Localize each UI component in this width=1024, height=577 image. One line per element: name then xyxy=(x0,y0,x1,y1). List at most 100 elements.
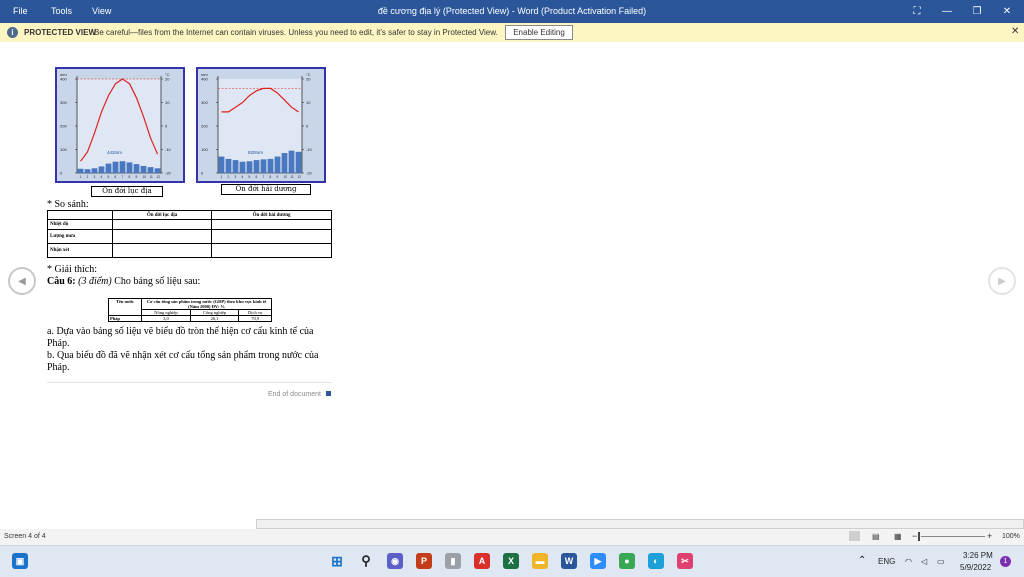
continental-precip-bar xyxy=(154,168,161,173)
oceanic-ytick-left: 100 xyxy=(201,147,208,152)
oceanic-ytick-right: -20 xyxy=(306,171,313,176)
close-bar-icon[interactable]: ✕ xyxy=(1011,26,1019,37)
continental-ytick-right: 10 xyxy=(165,100,170,105)
gdp-header-country: Tên nước xyxy=(108,298,142,316)
cau-6-points: (3 điểm) xyxy=(78,276,112,287)
oceanic-precip-bar xyxy=(281,153,288,173)
close-icon[interactable]: ✕ xyxy=(998,3,1016,19)
previous-screen-button[interactable]: ◀ xyxy=(8,267,36,295)
zoom-in-icon[interactable]: + xyxy=(987,531,992,541)
teams-chat-icon[interactable]: ◉ xyxy=(387,553,403,569)
continental-precip-bar xyxy=(84,169,91,173)
cau-6-text: Cho bảng số liệu sau: xyxy=(114,276,201,287)
horizontal-scrollbar[interactable] xyxy=(256,519,1024,529)
clock-time[interactable]: 3:26 PM xyxy=(963,551,993,560)
web-layout-icon[interactable]: ▦ xyxy=(894,532,902,541)
oceanic-ytick-left: 300 xyxy=(201,100,208,105)
continental-precip-bar xyxy=(98,166,105,173)
continental-ytick-right: -20 xyxy=(165,171,172,176)
continental-ytick-left: 200 xyxy=(60,124,67,129)
volume-icon[interactable]: ◁ xyxy=(921,557,927,566)
next-screen-button[interactable]: ▶ xyxy=(988,267,1016,295)
compare-header-continental: Ôn đới lục địa xyxy=(111,210,213,220)
minimize-icon[interactable]: — xyxy=(938,3,956,19)
snipping-tool-icon[interactable]: ✂ xyxy=(677,553,693,569)
wifi-icon[interactable]: ◠ xyxy=(905,557,912,566)
print-layout-icon[interactable]: ▤ xyxy=(872,532,880,541)
restore-icon[interactable]: ❐ xyxy=(968,3,986,19)
edge-icon[interactable]: ◐ xyxy=(648,553,664,569)
continental-month-label: 11 xyxy=(150,175,154,179)
powerpoint-icon[interactable]: P xyxy=(416,553,432,569)
giai-thich-heading: * Giải thích: xyxy=(47,264,97,275)
compare-row-label: Lượng mưa xyxy=(47,229,113,244)
oceanic-month-label: 12 xyxy=(298,175,302,179)
taskbar: ▣ ⊞ ⚲ ◉ P ▮ A X ▬ W ▶ ● ◐ ✂ ⌃ ENG ◠ ◁ ▭ … xyxy=(0,545,1024,577)
notification-badge[interactable]: 1 xyxy=(1000,556,1011,567)
oceanic-ytick-right: -10 xyxy=(306,147,313,152)
oceanic-ytick-left: 0 xyxy=(201,171,204,176)
continental-precip-bar xyxy=(77,168,84,173)
end-marker-icon xyxy=(325,391,331,396)
window-title: đề cương địa lý (Protected View) - Word … xyxy=(377,6,647,16)
clock-date[interactable]: 5/9/2022 xyxy=(960,563,991,572)
zoom-slider[interactable] xyxy=(921,536,985,537)
zoom-slider-thumb[interactable] xyxy=(918,532,920,541)
compare-header-oceanic: Ôn đới hải dương xyxy=(211,210,332,220)
focus-mode-icon[interactable]: ⛶ xyxy=(908,3,926,19)
gdp-country: Pháp xyxy=(108,315,142,322)
zoom-out-icon[interactable]: − xyxy=(912,531,917,541)
oceanic-month-label: 5 xyxy=(249,175,251,179)
oceanic-precip-bar xyxy=(218,156,225,173)
info-icon: i xyxy=(7,27,18,38)
status-bar: Screen 4 of 4 ▤ ▦ − + 100% xyxy=(0,529,1024,545)
continental-month-label: 4 xyxy=(101,175,103,179)
so-sanh-heading: * So sánh: xyxy=(47,199,89,210)
read-mode-icon[interactable] xyxy=(849,531,860,541)
continental-ytick-left: 100 xyxy=(60,147,67,152)
usb-drive-icon[interactable]: ▮ xyxy=(445,553,461,569)
oceanic-month-label: 6 xyxy=(256,175,258,179)
continental-precip-bar xyxy=(91,168,98,173)
oceanic-precip-bar xyxy=(232,160,239,173)
oceanic-precip-bar xyxy=(253,160,260,173)
oceanic-month-label: 8 xyxy=(270,175,272,179)
protected-view-message: Be careful—files from the Internet can c… xyxy=(94,28,498,37)
start-icon[interactable]: ⊞ xyxy=(329,553,345,569)
continental-month-label: 12 xyxy=(157,175,161,179)
oceanic-month-label: 4 xyxy=(242,175,244,179)
continental-plot-bg xyxy=(77,79,161,173)
enable-editing-button[interactable]: Enable Editing xyxy=(505,25,573,40)
continental-month-label: 10 xyxy=(143,175,147,179)
oceanic-month-label: 1 xyxy=(221,175,223,179)
continental-month-label: 7 xyxy=(122,175,124,179)
oceanic-precip-bar xyxy=(274,156,281,173)
oceanic-precip-bar xyxy=(288,150,295,173)
cau-6-line: Câu 6: (3 điểm) Cho bảng số liệu sau: xyxy=(47,276,200,287)
climate-chart-oceanic: mm °C 400 300 200 100 0 20 10 0 -10 -20 1 2 3 4 5 6 7 8 9 10 1… xyxy=(196,67,326,183)
zoom-app-icon[interactable]: ▶ xyxy=(590,553,606,569)
chrome-icon[interactable]: ● xyxy=(619,553,635,569)
acrobat-icon[interactable]: A xyxy=(474,553,490,569)
oceanic-month-label: 2 xyxy=(228,175,230,179)
cau-6-label: Câu 6: xyxy=(47,276,76,287)
language-indicator[interactable]: ENG xyxy=(878,557,895,566)
continental-month-label: 2 xyxy=(87,175,89,179)
compare-table: Ôn đới lục địa Ôn đới hải dương Nhiệt độ… xyxy=(47,210,332,258)
compare-row-label: Nhiệt độ xyxy=(47,219,113,230)
end-divider xyxy=(47,382,332,383)
continental-ytick-right: -10 xyxy=(165,147,172,152)
zoom-level[interactable]: 100% xyxy=(1002,533,1020,540)
continental-month-label: 1 xyxy=(80,175,82,179)
chart-continental-svg: mm °C400300200100020100-10-201 2 3 4 5 6 7 8 9 10 1… xyxy=(60,72,172,179)
search-icon[interactable]: ⚲ xyxy=(358,553,374,569)
oceanic-precip-bar xyxy=(239,161,246,173)
word-icon[interactable]: W xyxy=(561,553,577,569)
file-explorer-icon[interactable]: ▬ xyxy=(532,553,548,569)
document-area: mm °C 400 300 200 100 0 20 10 0 -10 -20 1 2 3 4 5 6 7 8 9 10 1… xyxy=(0,42,1024,520)
excel-icon[interactable]: X xyxy=(503,553,519,569)
show-hidden-icons-icon[interactable]: ⌃ xyxy=(858,555,866,566)
battery-icon[interactable]: ▭ xyxy=(937,557,945,566)
continental-precip-bar xyxy=(126,162,133,173)
widgets-icon[interactable]: ▣ xyxy=(12,553,28,569)
